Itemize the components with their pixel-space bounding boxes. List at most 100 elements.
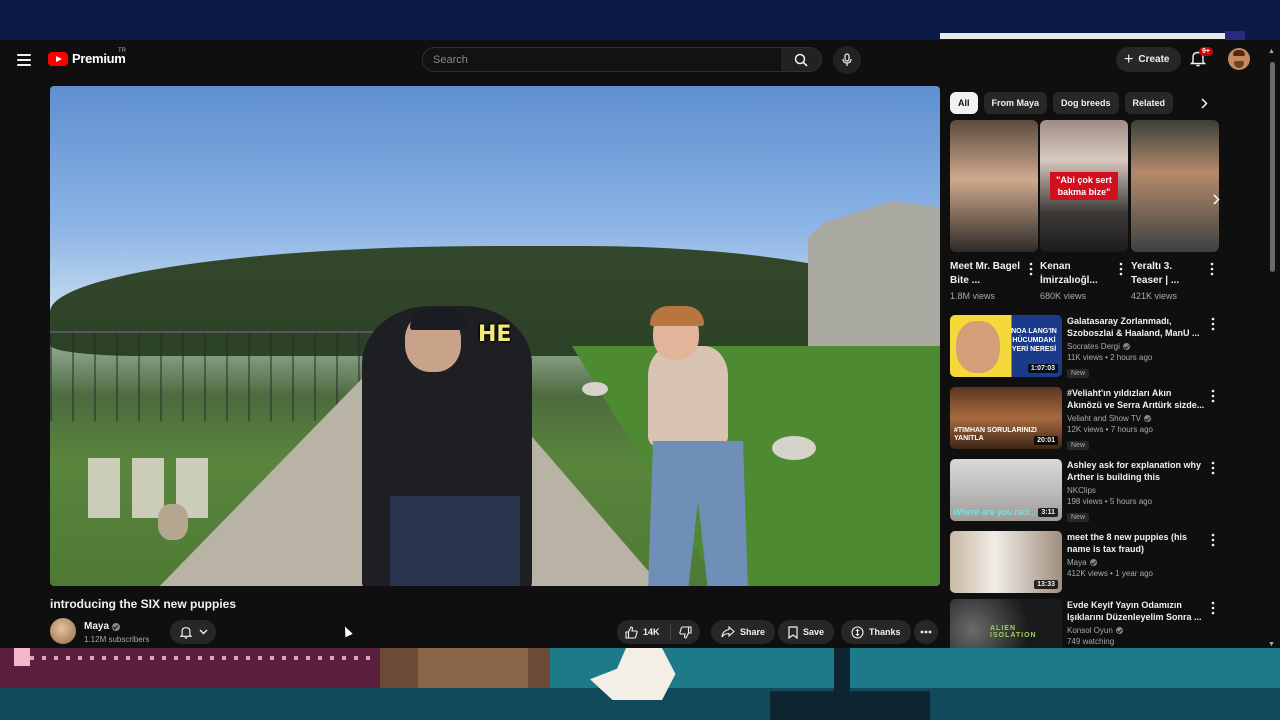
recommendation-channel[interactable]: NKClips [1067, 486, 1207, 495]
chip-from-maya[interactable]: From Maya [983, 92, 1048, 114]
search-box[interactable] [422, 47, 782, 72]
share-button[interactable]: Share [711, 620, 776, 644]
thumbnail-face [956, 321, 1000, 373]
chip-related[interactable]: Related [1124, 92, 1174, 114]
pixel-art-overlay [0, 648, 1280, 720]
notifications-button[interactable]: 9+ [1189, 47, 1213, 71]
chip-all[interactable]: All [950, 92, 978, 114]
region-code: TR [118, 48, 126, 54]
more-vertical-icon[interactable] [1210, 461, 1216, 475]
save-button[interactable]: Save [778, 620, 835, 644]
chip-dog-breeds[interactable]: Dog breeds [1053, 92, 1119, 114]
recommendation-channel-text: Veliaht and Show TV [1067, 414, 1142, 423]
recommendation-item[interactable]: ALIEN ISOLATION Evde Keyif Yayın Odamızı… [950, 599, 1220, 648]
recommendation-item[interactable]: Where are you raci... 3:11 Ashley ask fo… [950, 459, 1220, 523]
recommendation-info: Galatasaray Zorlanmadı, Szoboszlai & Haa… [1067, 315, 1207, 380]
recommendation-channel[interactable]: Veliaht and Show TV [1067, 414, 1207, 423]
recommendation-thumbnail[interactable]: NOA LANG'IN HÜCUMDAKİ YERİ NERESİ 1:07:0… [950, 315, 1062, 377]
subscription-notifications-button[interactable] [170, 620, 216, 644]
recommendation-thumbnail[interactable]: 13:33 [950, 531, 1062, 593]
plus-icon: + [1124, 50, 1134, 68]
video-caption-overlay: HE [478, 322, 512, 347]
recommendation-meta: 12K views • 7 hours ago [1067, 425, 1153, 434]
short-thumbnail[interactable] [1131, 120, 1219, 252]
more-vertical-icon[interactable] [1210, 317, 1216, 331]
account-avatar[interactable] [1228, 48, 1250, 70]
recommendation-title[interactable]: Galatasaray Zorlanmadı, Szoboszlai & Haa… [1067, 315, 1207, 339]
verified-icon [1089, 559, 1097, 566]
short-title[interactable]: Kenan İmirzalıoğl... [1040, 260, 1112, 288]
short-thumbnail-text: "Abi çok sert bakma bize" [1050, 172, 1118, 200]
chips-next-button[interactable] [1194, 92, 1214, 114]
recommendation-thumbnail[interactable]: #TIMHAN SORULARINIZI YANITLA 20:01 [950, 387, 1062, 449]
recommendation-item[interactable]: 13:33 meet the 8 new puppies (his name i… [950, 531, 1220, 595]
channel-name[interactable]: Maya [84, 621, 121, 632]
more-vertical-icon[interactable] [1118, 262, 1124, 276]
recommendation-channel[interactable]: Maya [1067, 558, 1207, 567]
super-thanks-icon [851, 625, 864, 639]
new-badge: New [1067, 513, 1090, 522]
short-thumbnail[interactable] [950, 120, 1038, 252]
short-views: 421K views [1131, 291, 1178, 301]
recommendation-title[interactable]: #Veliaht'ın yıldızları Akın Akınözü ve S… [1067, 387, 1207, 411]
short-card[interactable]: "Abi çok sert bakma bize" Kenan İmirzalı… [1040, 120, 1128, 301]
short-title[interactable]: Yeraltı 3. Teaser | ... [1131, 260, 1203, 288]
more-vertical-icon[interactable] [1028, 262, 1034, 276]
more-vertical-icon[interactable] [1210, 601, 1216, 615]
short-title[interactable]: Meet Mr. Bagel Bite ... [950, 260, 1022, 288]
duration-badge: 20:01 [1034, 436, 1058, 445]
verified-icon [1115, 627, 1123, 634]
pixel-art-shelf-inner [418, 648, 528, 688]
recommendation-info: #Veliaht'ın yıldızları Akın Akınözü ve S… [1067, 387, 1207, 452]
recommendation-item[interactable]: NOA LANG'IN HÜCUMDAKİ YERİ NERESİ 1:07:0… [950, 315, 1220, 379]
like-dislike-group: 14K [617, 620, 700, 644]
more-vertical-icon[interactable] [1210, 533, 1216, 547]
recommendation-item[interactable]: #TIMHAN SORULARINIZI YANITLA 20:01 #Veli… [950, 387, 1220, 451]
create-button[interactable]: + Create [1116, 47, 1182, 72]
pixel-art-pink-block [14, 648, 30, 666]
video-woman [648, 346, 728, 446]
recommendation-title[interactable]: meet the 8 new puppies (his name is tax … [1067, 531, 1207, 555]
recommendation-channel-text: Konsol Oyun [1067, 626, 1113, 635]
thumbnail-text: Where are you raci... [953, 507, 1037, 517]
recommendation-thumbnail[interactable]: ALIEN ISOLATION [950, 599, 1062, 648]
window-edge-accent [1225, 31, 1245, 40]
video-player[interactable]: HE [50, 86, 940, 586]
recommendation-thumbnail[interactable]: Where are you raci... 3:11 [950, 459, 1062, 521]
desktop-top-strip [0, 0, 1280, 40]
page-scrollbar[interactable]: ▲ ▼ [1268, 48, 1276, 648]
dislike-button[interactable] [671, 625, 700, 639]
more-vertical-icon[interactable] [1210, 389, 1216, 403]
menu-button[interactable] [12, 49, 36, 71]
shorts-next-button[interactable] [1206, 189, 1226, 209]
recommendation-info: Evde Keyif Yayın Odamızın Işıklarını Düz… [1067, 599, 1207, 646]
short-views: 1.8M views [950, 291, 996, 301]
mouse-cursor [341, 624, 353, 638]
thanks-button[interactable]: Thanks [841, 620, 911, 644]
share-label: Share [740, 627, 766, 637]
scrollbar-thumb[interactable] [1270, 62, 1275, 272]
recommendation-meta: 749 watching [1067, 637, 1115, 646]
video-barrel [772, 436, 816, 460]
recommendation-channel[interactable]: Socrates Dergi [1067, 342, 1207, 351]
recommendation-title[interactable]: Evde Keyif Yayın Odamızın Işıklarını Düz… [1067, 599, 1207, 623]
short-card[interactable]: Yeraltı 3. Teaser | ... 421K views [1131, 120, 1219, 301]
search-input[interactable] [433, 53, 781, 66]
short-card[interactable]: Meet Mr. Bagel Bite ... 1.8M views [950, 120, 1038, 301]
youtube-premium-logo[interactable]: Premium TR [48, 48, 126, 66]
channel-avatar[interactable] [50, 618, 76, 644]
channel-name-text: Maya [84, 621, 110, 632]
thumbnail-text: NOA LANG'IN HÜCUMDAKİ YERİ NERESİ [1011, 328, 1057, 353]
scroll-up-arrow-icon[interactable]: ▲ [1268, 48, 1275, 55]
recommendation-title[interactable]: Ashley ask for explanation why Arther is… [1067, 459, 1207, 483]
voice-search-button[interactable] [833, 46, 861, 74]
notification-badge: 9+ [1199, 47, 1213, 56]
more-vertical-icon[interactable] [1209, 262, 1215, 276]
short-thumbnail[interactable]: "Abi çok sert bakma bize" [1040, 120, 1128, 252]
pixel-art-dots [30, 656, 370, 660]
search-button[interactable] [781, 47, 822, 72]
scroll-down-arrow-icon[interactable]: ▼ [1268, 641, 1275, 648]
like-button[interactable]: 14K [617, 624, 671, 640]
recommendation-channel[interactable]: Konsol Oyun [1067, 626, 1207, 635]
more-actions-button[interactable] [914, 620, 938, 644]
